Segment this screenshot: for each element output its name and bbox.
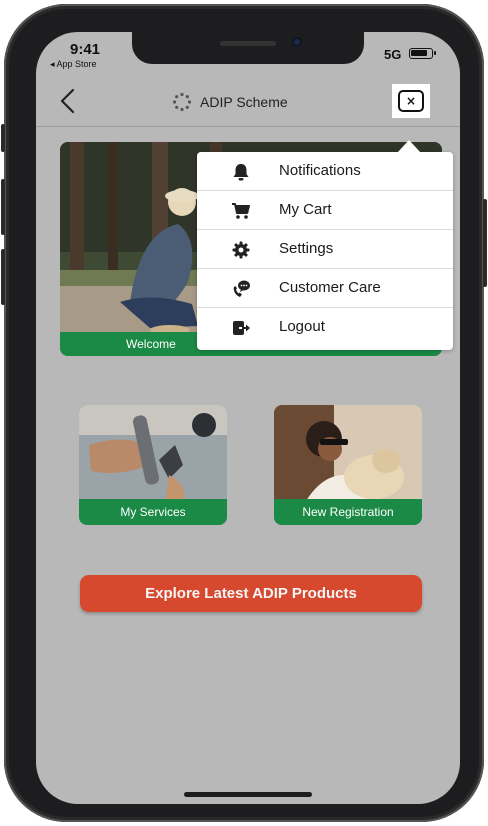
adip-logo-icon (172, 92, 192, 112)
menu-item-customer-care[interactable]: Customer Care (197, 269, 453, 308)
menu-label-logout: Logout (279, 318, 325, 335)
cart-icon (232, 203, 250, 219)
my-services-caption: My Services (79, 499, 227, 525)
logout-icon (233, 321, 250, 335)
back-to-app-store[interactable]: ◂ App Store (50, 59, 97, 70)
volume-up-button (1, 179, 5, 235)
menu-label-my-cart: My Cart (279, 201, 332, 218)
back-chevron-icon[interactable] (58, 88, 76, 114)
network-indicator: 5G (384, 47, 402, 62)
close-menu-button[interactable]: × (392, 84, 430, 118)
new-registration-card[interactable]: New Registration (274, 405, 422, 525)
header-title: ADIP Scheme (172, 90, 288, 114)
new-registration-caption: New Registration (274, 499, 422, 525)
status-time: 9:41 (70, 41, 101, 58)
menu-item-my-cart[interactable]: My Cart (197, 191, 453, 230)
menu-label-notifications: Notifications (279, 162, 361, 179)
menu-label-customer-care: Customer Care (279, 279, 381, 296)
my-services-card[interactable]: My Services (79, 405, 227, 525)
dropdown-menu: Notifications My Cart Settings Customer … (197, 140, 453, 350)
screen: 9:41 ◂ App Store 5G ADIP Scheme × Welcom… (36, 32, 460, 804)
hero-caption: Welcome (126, 337, 176, 351)
power-button (483, 199, 487, 287)
front-camera (292, 37, 302, 47)
home-indicator[interactable] (184, 792, 312, 797)
volume-down-button (1, 249, 5, 305)
gear-icon (232, 241, 250, 259)
speaker (220, 41, 276, 46)
close-icon: × (398, 90, 424, 112)
page-title: ADIP Scheme (200, 94, 288, 110)
battery-icon (409, 48, 436, 59)
mute-switch (1, 124, 5, 152)
chat-phone-icon (233, 280, 250, 297)
menu-item-notifications[interactable]: Notifications (197, 152, 453, 191)
menu-item-settings[interactable]: Settings (197, 230, 453, 269)
app-header: ADIP Scheme × (36, 78, 460, 127)
menu-item-logout[interactable]: Logout (197, 308, 453, 347)
explore-products-button[interactable]: Explore Latest ADIP Products (80, 575, 422, 612)
bell-icon (233, 164, 249, 181)
notch (132, 32, 364, 64)
menu-label-settings: Settings (279, 240, 334, 257)
phone-frame: 9:41 ◂ App Store 5G ADIP Scheme × Welcom… (1, 4, 487, 822)
